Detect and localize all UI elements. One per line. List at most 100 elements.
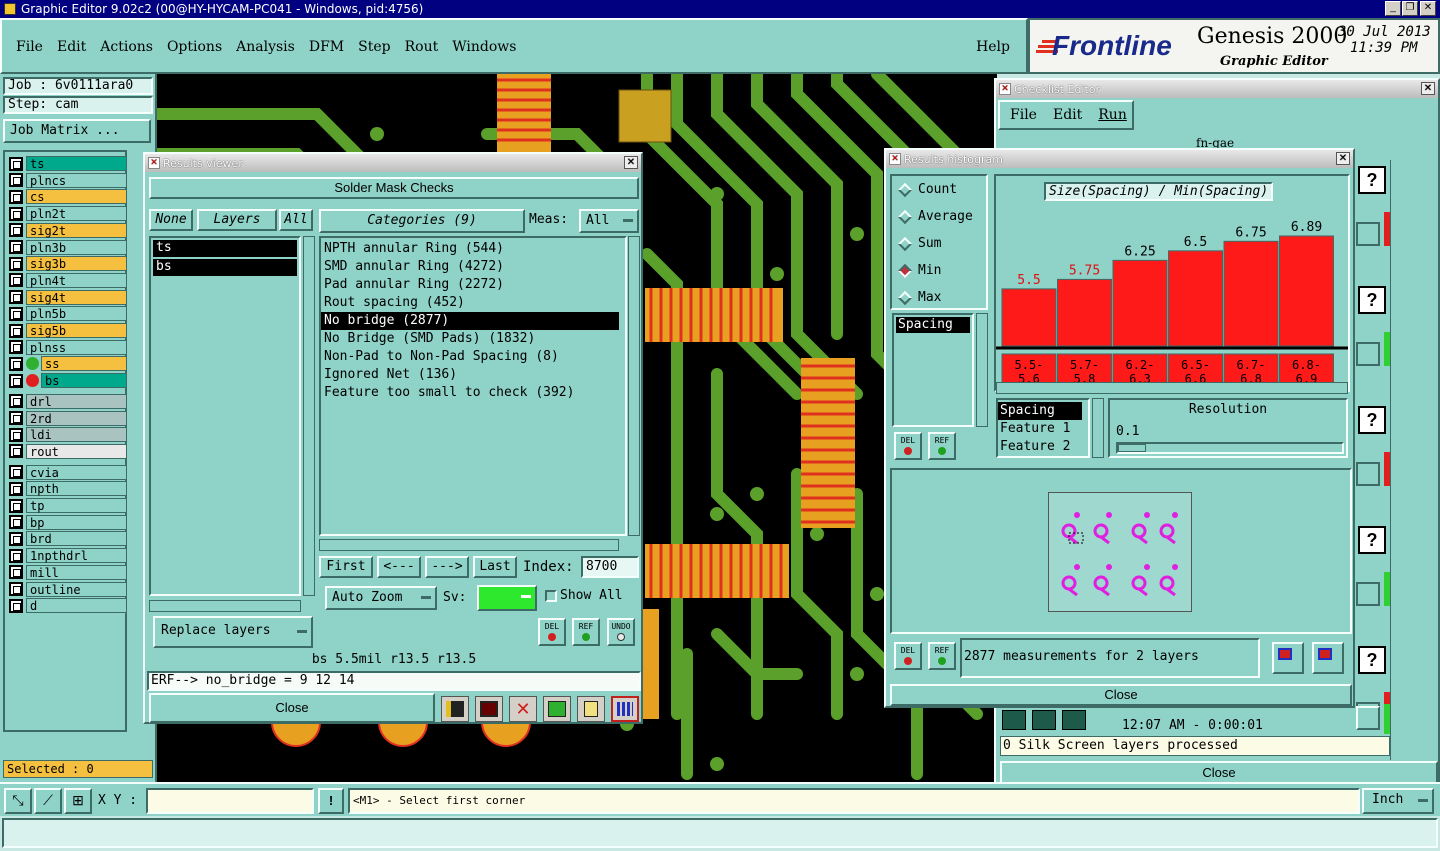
close-icon[interactable]: ✕ xyxy=(1336,152,1350,165)
menu-item-analysis[interactable]: Analysis xyxy=(236,39,295,55)
layer-row-sig4t[interactable]: sig4t xyxy=(9,289,127,305)
categories-hscrollbar[interactable] xyxy=(319,539,619,551)
layer-checkbox[interactable] xyxy=(9,306,23,321)
checklist-menu-edit[interactable]: Edit xyxy=(1053,107,1082,123)
run-all-icon[interactable] xyxy=(1032,710,1056,730)
auto-zoom-dropdown[interactable]: Auto Zoom xyxy=(325,586,437,610)
layer-checkbox[interactable] xyxy=(9,156,23,171)
feature-list-scrollbar[interactable] xyxy=(1092,398,1104,458)
histogram-bar[interactable] xyxy=(1057,278,1112,347)
measure-list-scrollbar[interactable] xyxy=(976,313,988,427)
feature-list[interactable]: Spacing Feature 1 Feature 2 xyxy=(996,398,1090,458)
layer-row-plnss[interactable]: plnss xyxy=(9,339,127,355)
histogram-bar[interactable] xyxy=(1223,240,1279,347)
resolution-slider[interactable] xyxy=(1116,442,1344,454)
layer-checkbox[interactable] xyxy=(9,290,23,305)
close-button[interactable]: Close xyxy=(149,693,435,723)
histogram-icon[interactable] xyxy=(611,696,639,722)
close-icon[interactable]: ✕ xyxy=(1420,1,1436,16)
category-item[interactable]: No bridge (2877) xyxy=(321,312,619,330)
layer-row-mill[interactable]: mill xyxy=(9,564,127,580)
category-item[interactable]: Ignored Net (136) xyxy=(321,366,619,384)
layer-checkbox[interactable] xyxy=(9,323,23,338)
layer-checkbox[interactable] xyxy=(9,531,23,546)
layer-row-ldi[interactable]: ldi xyxy=(9,427,127,443)
menu-item-dfm[interactable]: DFM xyxy=(309,39,344,55)
help-question-icon[interactable]: ? xyxy=(1358,406,1386,434)
help-question-icon[interactable]: ? xyxy=(1358,166,1386,194)
close-icon[interactable]: ✕ xyxy=(624,156,638,169)
layer-list-scrollbar[interactable] xyxy=(303,236,315,596)
prev-button[interactable]: <--- xyxy=(377,556,421,578)
feature-item[interactable]: Feature 2 xyxy=(998,438,1088,456)
category-item[interactable]: Non-Pad to Non-Pad Spacing (8) xyxy=(321,348,619,366)
show-all-checkbox[interactable] xyxy=(545,590,557,602)
layer-list-hscrollbar[interactable] xyxy=(149,600,301,612)
last-button[interactable]: Last xyxy=(473,556,517,578)
radio-min[interactable]: Min xyxy=(892,257,986,284)
run-icon[interactable] xyxy=(1002,710,1026,730)
help-question-icon[interactable]: ? xyxy=(1358,286,1386,314)
feature-item[interactable]: Spacing xyxy=(998,402,1082,420)
menu-item-windows[interactable]: Windows xyxy=(452,39,516,55)
help-menu[interactable]: Help xyxy=(976,39,1010,55)
radio-sum[interactable]: Sum xyxy=(892,230,986,257)
ref-icon[interactable]: REF xyxy=(572,618,600,646)
measure-icon[interactable]: ⟋ xyxy=(34,788,62,814)
layer-checkbox[interactable] xyxy=(9,515,23,530)
grid-icon[interactable]: ⊞ xyxy=(64,788,92,814)
checklist-zoom-icon[interactable] xyxy=(1356,342,1380,366)
histogram-bar[interactable] xyxy=(1279,235,1334,347)
sv-color-dropdown[interactable] xyxy=(477,585,537,611)
layer-row-d[interactable]: d xyxy=(9,598,127,614)
layer-checkbox[interactable] xyxy=(9,340,23,355)
layer-checkbox[interactable] xyxy=(9,427,23,442)
run-selected-icon[interactable] xyxy=(1062,710,1086,730)
layer-checkbox[interactable] xyxy=(9,240,23,254)
layer-checkbox[interactable] xyxy=(9,373,23,388)
xy-input[interactable] xyxy=(146,788,314,814)
help-question-icon[interactable]: ? xyxy=(1358,526,1386,554)
layer-row-2rd[interactable]: 2rd xyxy=(9,410,127,426)
layer-checkbox[interactable] xyxy=(9,598,23,613)
delete-report-icon[interactable]: ✕ xyxy=(509,696,537,722)
histogram-bar[interactable] xyxy=(1168,250,1223,347)
layer-checkbox[interactable] xyxy=(9,206,23,221)
layer-row-cs[interactable]: cs xyxy=(9,189,127,205)
layer-checkbox[interactable] xyxy=(9,256,23,271)
measure-list[interactable]: Spacing xyxy=(892,313,974,427)
layer-checkbox[interactable] xyxy=(9,189,23,204)
undo-icon[interactable]: UNDO xyxy=(607,618,635,646)
measure-item[interactable]: Spacing xyxy=(896,317,970,333)
layer-row-ss[interactable]: ss xyxy=(9,356,127,372)
layer-results-list[interactable]: ts bs xyxy=(149,236,301,596)
category-item[interactable]: No Bridge (SMD Pads) (1832) xyxy=(321,330,619,348)
help-question-icon[interactable]: ? xyxy=(1358,646,1386,674)
layer-row-rout[interactable]: rout xyxy=(9,443,127,459)
layer-checkbox[interactable] xyxy=(9,223,23,238)
layer-row-1npthdrl[interactable]: 1npthdrl xyxy=(9,548,127,564)
layer-row-npth[interactable]: npth xyxy=(9,481,127,497)
menu-item-file[interactable]: File xyxy=(16,39,43,55)
bottom-ref-icon[interactable]: REF xyxy=(928,642,956,670)
zoom-icon[interactable] xyxy=(1356,706,1380,730)
radio-max[interactable]: Max xyxy=(892,284,986,311)
category-item[interactable]: Pad annular Ring (2272) xyxy=(321,276,619,294)
category-item[interactable]: SMD annular Ring (4272) xyxy=(321,258,619,276)
layer-row-sig5b[interactable]: sig5b xyxy=(9,323,127,338)
units-dropdown[interactable]: Inch xyxy=(1362,788,1434,814)
category-item[interactable]: Rout spacing (452) xyxy=(321,294,619,312)
layer-row-outline[interactable]: outline xyxy=(9,581,127,597)
radio-average[interactable]: Average xyxy=(892,203,986,230)
meas-dropdown[interactable]: All xyxy=(579,209,639,233)
histogram-bar[interactable] xyxy=(1001,288,1057,347)
checklist-zoom-icon[interactable] xyxy=(1356,582,1380,606)
menu-item-rout[interactable]: Rout xyxy=(405,39,439,55)
compare-icon[interactable] xyxy=(543,696,571,722)
categories-button[interactable]: Categories (9) xyxy=(319,209,525,233)
job-matrix-button[interactable]: Job Matrix ... xyxy=(3,119,151,143)
layer-checkbox[interactable] xyxy=(9,273,23,288)
none-button[interactable]: None xyxy=(149,209,193,231)
replace-layers-dropdown[interactable]: Replace layers xyxy=(153,616,313,648)
menu-item-options[interactable]: Options xyxy=(167,39,222,55)
